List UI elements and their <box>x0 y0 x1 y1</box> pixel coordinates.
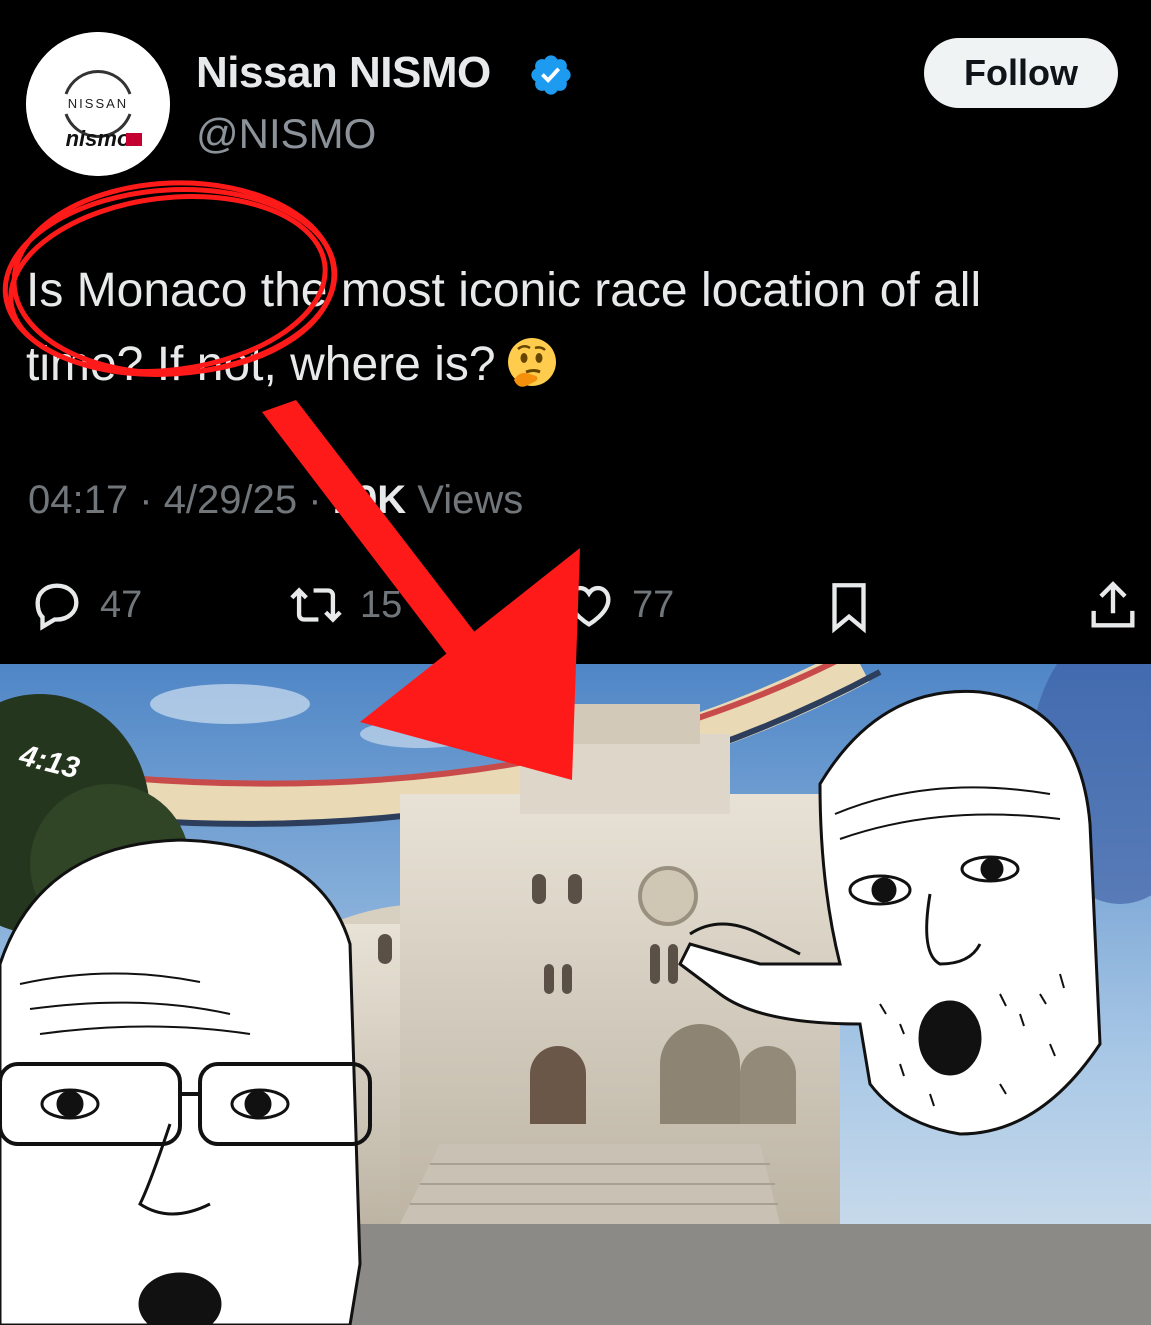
avatar-logo-top: NISSAN <box>68 96 128 111</box>
reply-button[interactable]: 47 <box>28 576 142 634</box>
meme-illustration: 4:13 <box>0 664 1151 1325</box>
tweet-text: Is Monaco the most iconic race location … <box>26 254 1126 402</box>
verified-badge-icon <box>531 55 571 95</box>
follow-button[interactable]: Follow <box>924 38 1118 108</box>
reply-count: 47 <box>100 583 143 626</box>
tweet-date[interactable]: 4/29/25 <box>164 478 297 522</box>
action-bar: 47 15 77 <box>0 572 1151 642</box>
left-wojak <box>0 838 372 1325</box>
bookmark-button[interactable] <box>820 576 878 638</box>
avatar[interactable]: NISSAN nismo <box>26 32 170 176</box>
tweet-line-1: Is Monaco the most iconic race location … <box>26 264 982 317</box>
thinking-face-icon <box>507 338 556 387</box>
like-count: 77 <box>632 583 675 626</box>
views-count: 19K <box>332 478 407 522</box>
share-button[interactable] <box>1084 576 1142 636</box>
meme-image: 4:13 <box>0 664 1151 1325</box>
bookmark-icon <box>832 583 866 634</box>
like-button[interactable]: 77 <box>560 576 674 634</box>
share-icon <box>1091 581 1135 628</box>
repost-icon <box>290 587 342 623</box>
tweet-line-2: time? If not, where is? <box>26 328 1126 402</box>
heart-icon <box>567 585 611 627</box>
tweet-time[interactable]: 04:17 <box>28 478 128 522</box>
meta-separator-2: · <box>308 478 322 522</box>
tweet-meta: 04:17 · 4/29/25 · 19K Views <box>28 478 523 523</box>
tweet-line-2-text: time? If not, where is? <box>26 338 496 391</box>
avatar-logo-bottom: nismo <box>66 126 131 151</box>
nissan-nismo-logo: NISSAN nismo <box>26 32 170 176</box>
repost-count: 15 <box>360 583 403 626</box>
repost-button[interactable]: 15 <box>286 576 402 634</box>
reply-icon <box>35 583 79 631</box>
meta-separator: · <box>139 478 153 522</box>
views-label: Views <box>417 478 524 522</box>
display-name[interactable]: Nissan NISMO <box>196 48 491 98</box>
handle[interactable]: @NISMO <box>196 110 376 158</box>
